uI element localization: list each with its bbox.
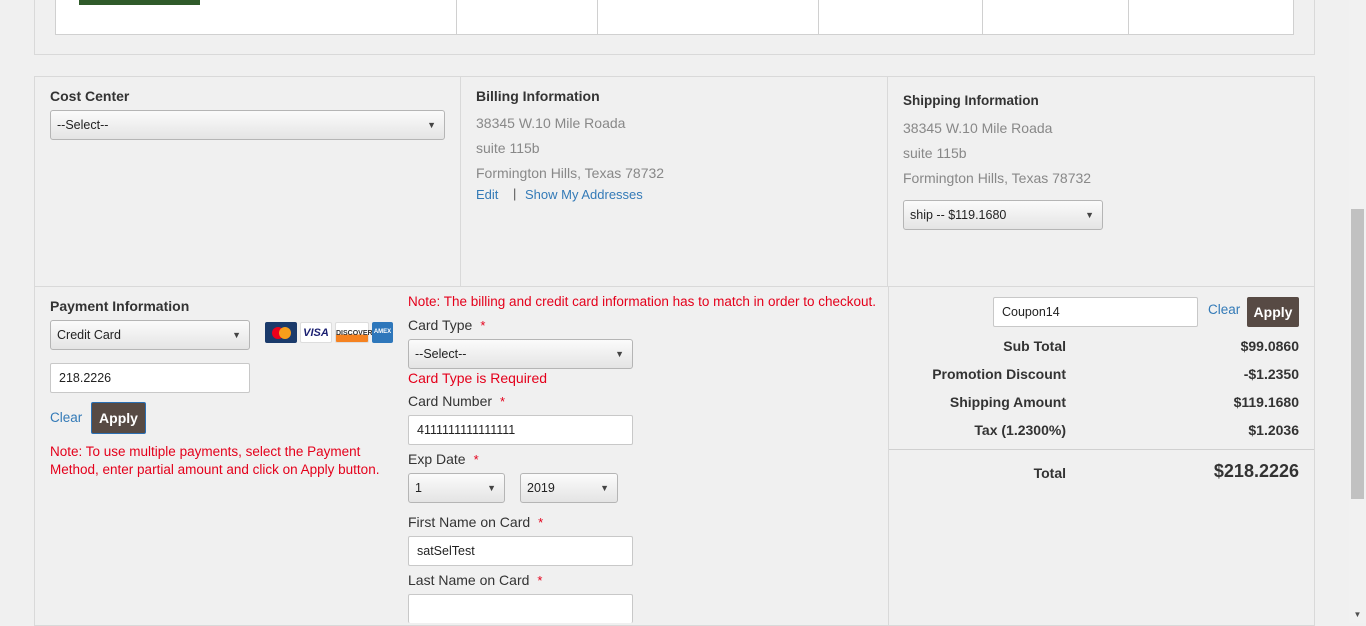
required-marker: *	[538, 515, 544, 530]
total-value: $218.2226	[1213, 461, 1299, 481]
last-name-input[interactable]	[408, 594, 633, 623]
coupon-clear-link[interactable]: Clear	[1208, 302, 1240, 317]
billing-heading: Billing Information	[476, 88, 600, 104]
last-name-label-text: Last Name on Card	[408, 572, 530, 588]
promotion-discount-value: -$1.2350	[1243, 366, 1299, 382]
cost-center-select-value: --Select--	[57, 118, 109, 132]
table-divider	[456, 0, 457, 34]
exp-month-value: 1	[415, 481, 422, 495]
multiple-payments-note: Note: To use multiple payments, select t…	[50, 444, 380, 477]
card-type-select[interactable]: --Select-- ▼	[408, 339, 633, 369]
link-separator: |	[513, 186, 517, 201]
product-thumbnail	[79, 0, 200, 5]
card-number-input[interactable]: 4111111111111111	[408, 415, 633, 445]
subtotal-value: $99.0860	[1240, 338, 1299, 354]
table-divider	[1128, 0, 1129, 34]
vertical-scrollbar-thumb[interactable]	[1351, 209, 1364, 499]
shipping-amount-label: Shipping Amount	[949, 394, 1066, 410]
coupon-apply-button[interactable]: Apply	[1247, 297, 1299, 327]
shipping-method-select[interactable]: ship -- $119.1680 ▼	[903, 200, 1103, 230]
mastercard-icon	[265, 322, 297, 343]
coupon-value: Coupon14	[1002, 305, 1060, 319]
tax-value: $1.2036	[1248, 422, 1299, 438]
order-summary-panel	[888, 286, 1315, 626]
scroll-down-arrow-icon[interactable]: ▼	[1349, 606, 1366, 623]
exp-date-label: Exp Date *	[408, 451, 479, 467]
show-my-addresses-link[interactable]: Show My Addresses	[525, 187, 643, 202]
payment-heading: Payment Information	[50, 298, 190, 314]
required-marker: *	[473, 452, 479, 467]
billing-edit-link[interactable]: Edit	[476, 187, 498, 202]
subtotal-label: Sub Total	[1003, 338, 1066, 354]
billing-match-note: Note: The billing and credit card inform…	[408, 294, 876, 309]
payment-method-select[interactable]: Credit Card ▼	[50, 320, 250, 350]
cost-center-heading: Cost Center	[50, 88, 130, 104]
shipping-address-line2: suite 115b	[903, 145, 967, 161]
shipping-address-line1: 38345 W.10 Mile Roada	[903, 120, 1053, 136]
table-divider	[982, 0, 983, 34]
exp-year-value: 2019	[527, 481, 555, 495]
required-marker: *	[500, 394, 506, 409]
chevron-down-icon: ▼	[1085, 210, 1094, 220]
card-type-error: Card Type is Required	[408, 370, 548, 386]
exp-year-select[interactable]: 2019 ▼	[520, 473, 618, 503]
chevron-down-icon: ▼	[427, 120, 436, 130]
required-marker: *	[480, 318, 486, 333]
payment-apply-button[interactable]: Apply	[91, 402, 146, 434]
chevron-down-icon: ▼	[615, 349, 624, 359]
first-name-value: satSelTest	[417, 544, 475, 558]
card-type-value: --Select--	[415, 347, 467, 361]
total-label: Total	[1033, 465, 1066, 481]
exp-date-label-text: Exp Date	[408, 451, 466, 467]
chevron-down-icon: ▼	[232, 330, 241, 340]
summary-divider	[889, 449, 1314, 450]
required-marker: *	[537, 573, 543, 588]
first-name-input[interactable]: satSelTest	[408, 536, 633, 566]
promotion-discount-label: Promotion Discount	[932, 366, 1066, 382]
exp-month-select[interactable]: 1 ▼	[408, 473, 505, 503]
tax-label: Tax (1.2300%)	[974, 422, 1066, 438]
payment-method-value: Credit Card	[57, 328, 121, 342]
chevron-down-icon: ▼	[600, 483, 609, 493]
last-name-label: Last Name on Card *	[408, 572, 542, 588]
billing-address-line1: 38345 W.10 Mile Roada	[476, 115, 626, 131]
order-items-table	[55, 0, 1294, 35]
shipping-method-value: ship -- $119.1680	[910, 208, 1007, 222]
card-type-label: Card Type *	[408, 317, 485, 333]
shipping-address-line3: Formington Hills, Texas 78732	[903, 170, 1092, 186]
payment-clear-link[interactable]: Clear	[50, 410, 82, 425]
cost-center-select[interactable]: --Select-- ▼	[50, 110, 445, 140]
cost-center-panel	[34, 76, 461, 287]
card-number-label-text: Card Number	[408, 393, 493, 409]
payment-amount-input[interactable]: 218.2226	[50, 363, 250, 393]
card-type-label-text: Card Type	[408, 317, 473, 333]
amex-icon: AMEX	[372, 322, 393, 343]
coupon-input[interactable]: Coupon14	[993, 297, 1198, 327]
discover-icon: DISCOVER	[335, 322, 373, 343]
first-name-label-text: First Name on Card	[408, 514, 531, 530]
table-divider	[818, 0, 819, 34]
chevron-down-icon: ▼	[487, 483, 496, 493]
billing-address-line2: suite 115b	[476, 140, 540, 156]
billing-address-line3: Formington Hills, Texas 78732	[476, 165, 665, 181]
visa-icon: VISA	[300, 322, 332, 343]
payment-amount-value: 218.2226	[59, 371, 112, 385]
card-number-value: 4111111111111111	[417, 423, 516, 437]
shipping-heading: Shipping Information	[903, 93, 1039, 108]
shipping-amount-value: $119.1680	[1233, 394, 1299, 410]
order-items-section	[34, 0, 1315, 55]
card-number-label: Card Number *	[408, 393, 505, 409]
first-name-label: First Name on Card *	[408, 514, 543, 530]
table-divider	[597, 0, 598, 34]
billing-panel	[460, 76, 888, 287]
